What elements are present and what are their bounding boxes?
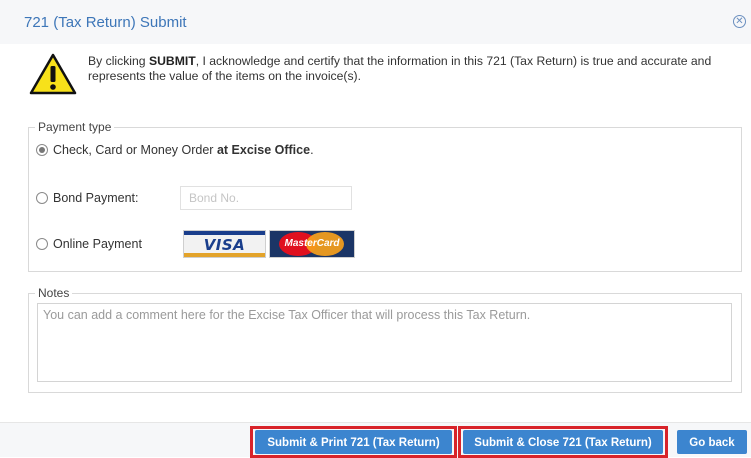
office-label-suffix: . [310,143,314,157]
notes-legend: Notes [38,286,70,300]
close-icon[interactable]: ✕ [733,15,746,28]
bond-label: Bond Payment: [53,191,139,205]
radio-bond[interactable] [36,192,48,204]
office-label-bold: at Excise Office [216,143,311,157]
radio-online[interactable] [36,238,48,250]
notes-textarea[interactable] [37,303,732,382]
dialog-title: 721 (Tax Return) Submit [24,14,187,31]
online-label: Online Payment [53,237,142,251]
warning-icon [29,53,77,95]
dialog-footer: Submit & Print 721 (Tax Return) Submit &… [0,422,751,458]
go-back-button[interactable]: Go back [677,430,747,454]
submit-close-button[interactable]: Submit & Close 721 (Tax Return) [463,430,663,454]
radio-office[interactable] [36,144,48,156]
dialog-header: 721 (Tax Return) Submit ✕ [0,0,751,44]
mastercard-logo-text: MasterCard [284,238,340,249]
notice-bold: SUBMIT [148,54,196,68]
payment-type-legend: Payment type [38,120,112,134]
notice-prefix: By clicking [88,54,149,68]
bond-number-input[interactable] [180,186,352,210]
mastercard-icon: MasterCard [269,230,355,258]
visa-logo-text: VISA [203,236,246,254]
office-label-prefix: Check, Card or Money Order [53,143,217,157]
office-label: Check, Card or Money Order at Excise Off… [53,143,314,157]
visa-card-icon: VISA [183,230,266,258]
submit-print-button[interactable]: Submit & Print 721 (Tax Return) [255,430,452,454]
submit-dialog: 721 (Tax Return) Submit ✕ By clicking SU… [0,0,751,458]
certification-notice: By clicking SUBMIT, I acknowledge and ce… [88,54,742,84]
